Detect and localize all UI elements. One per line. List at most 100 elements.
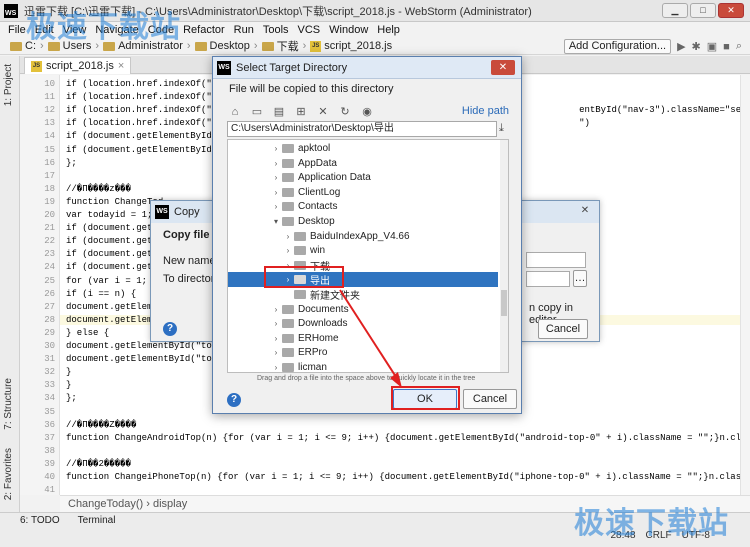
project-tool-tab[interactable]: 1: Project (3, 64, 14, 106)
search-icon[interactable]: ⌕ (736, 40, 742, 53)
tree-node[interactable]: › ClientLog (228, 185, 498, 200)
line-number: 26 (44, 288, 55, 299)
folder-icon (294, 231, 306, 241)
tree-node[interactable]: › Contacts (228, 199, 498, 214)
menu-window[interactable]: Window (329, 24, 368, 36)
stop-icon[interactable]: ■ (723, 41, 730, 53)
tree-node[interactable]: ▾ Desktop (228, 214, 498, 229)
tree-node[interactable]: › Documents (228, 302, 498, 317)
chevron-right-icon[interactable]: › (270, 173, 282, 182)
structure-tool-tab[interactable]: 7: Structure (3, 378, 14, 430)
tree-scroll-thumb[interactable] (501, 290, 507, 316)
maximize-button[interactable]: □ (690, 3, 716, 18)
chevron-right-icon[interactable]: › (270, 348, 282, 357)
tree-node[interactable]: › ERPro (228, 345, 498, 360)
tree-node[interactable]: › licman (228, 360, 498, 372)
code-line[interactable]: function ChangeAndroidTop(n) {for (var i… (66, 433, 740, 443)
line-number: 39 (44, 458, 55, 469)
chevron-right-icon[interactable]: › (282, 246, 294, 255)
minimize-button[interactable]: ▁ (662, 3, 688, 18)
directory-tree[interactable]: › apktool › AppData › Application Data › Client… (227, 139, 509, 373)
editor-scrollbar[interactable] (740, 75, 750, 495)
code-line[interactable]: //�П��2����� (66, 459, 131, 469)
code-line[interactable]: //�П����Z���� (66, 420, 136, 430)
chevron-right-icon[interactable]: › (270, 144, 282, 153)
menu-tools[interactable]: Tools (263, 24, 289, 36)
help-icon[interactable]: ? (227, 393, 241, 407)
chevron-right-icon[interactable]: › (270, 319, 282, 328)
home-icon[interactable]: ⌂ (229, 106, 241, 118)
dir-dialog-close-button[interactable]: ✕ (491, 60, 515, 75)
tree-node-label: apktool (298, 143, 331, 154)
new-folder-icon[interactable]: ⊞ (295, 106, 307, 118)
menu-run[interactable]: Run (234, 24, 254, 36)
path-input[interactable]: C:\Users\Administrator\Desktop\导出 (227, 121, 497, 137)
code-line[interactable]: }; (66, 393, 77, 403)
menu-file[interactable]: File (8, 24, 26, 36)
help-icon[interactable]: ? (163, 322, 177, 336)
tree-node[interactable]: › AppData (228, 156, 498, 171)
chevron-right-icon[interactable]: › (270, 188, 282, 197)
add-configuration-button[interactable]: Add Configuration... (563, 39, 672, 54)
chevron-right-icon[interactable]: › (270, 202, 282, 211)
browse-directory-button[interactable]: … (573, 270, 587, 287)
breadcrumb-item[interactable]: Desktop (194, 40, 250, 52)
dir-dialog-description: File will be copied to this directory (229, 83, 394, 95)
code-line[interactable]: } (66, 380, 71, 390)
code-line[interactable]: } else { (66, 328, 109, 338)
tree-node[interactable]: › ERHome (228, 331, 498, 346)
cancel-button[interactable]: Cancel (463, 389, 517, 409)
tree-node[interactable]: 新建文件夹 (228, 287, 498, 302)
menu-refactor[interactable]: Refactor (183, 24, 225, 36)
run-icon[interactable]: ▶ (677, 40, 685, 53)
desktop-icon[interactable]: ▭ (251, 106, 263, 118)
tree-node[interactable]: › apktool (228, 141, 498, 156)
line-number: 20 (44, 210, 55, 220)
chevron-right-icon[interactable]: › (270, 159, 282, 168)
copy-cancel-button[interactable]: Cancel (538, 319, 588, 339)
code-line[interactable]: } (66, 367, 71, 377)
editor-tab[interactable]: JS script_2018.js × (24, 57, 132, 74)
folder-icon (282, 319, 294, 329)
tree-node[interactable]: › BaiduIndexApp_V4.66 (228, 229, 498, 244)
tab-close-icon[interactable]: × (118, 60, 124, 72)
chevron-right-icon[interactable]: › (270, 363, 282, 372)
code-line[interactable]: if (i == n) { (66, 289, 136, 299)
breadcrumb-item[interactable]: 下载 (261, 38, 299, 54)
code-line[interactable]: var todayid = 1; (66, 210, 152, 220)
new-name-field[interactable] (526, 252, 586, 268)
show-hidden-icon[interactable]: ◉ (361, 106, 373, 118)
copy-dialog-title: Copy (174, 206, 200, 218)
menu-vcs[interactable]: VCS (298, 24, 321, 36)
refresh-icon[interactable]: ↻ (339, 106, 351, 118)
to-directory-field[interactable] (526, 271, 570, 287)
breadcrumb-item[interactable]: JS script_2018.js (310, 40, 392, 52)
favorites-tool-tab[interactable]: 2: Favorites (3, 448, 14, 500)
download-icon[interactable]: ⤓ (499, 122, 504, 135)
hide-path-link[interactable]: Hide path (462, 105, 509, 117)
code-line[interactable]: function ChangeTod (66, 197, 163, 207)
chevron-right-icon[interactable]: › (270, 334, 282, 343)
code-line[interactable]: function ChangeiPhoneTop(n) {for (var i … (66, 472, 740, 482)
tree-node[interactable]: › win (228, 243, 498, 258)
folder-icon (282, 348, 294, 358)
terminal-tab[interactable]: Terminal (78, 515, 116, 526)
tree-scrollbar[interactable] (500, 140, 508, 372)
coverage-icon[interactable]: ▣ (707, 40, 717, 53)
chevron-down-icon[interactable]: ▾ (270, 217, 282, 226)
folder-icon (282, 158, 294, 168)
chevron-right-icon[interactable]: › (282, 232, 294, 241)
debug-icon[interactable]: ✱ (692, 40, 701, 53)
tree-node[interactable]: › Application Data (228, 170, 498, 185)
code-line[interactable]: }; (66, 158, 77, 168)
tree-node[interactable]: › Downloads (228, 316, 498, 331)
code-line[interactable]: //�П����z��� (66, 184, 131, 194)
code-line[interactable]: for (var i = 1; i (66, 276, 158, 286)
todo-tab[interactable]: 6: TODO (20, 515, 60, 526)
delete-icon[interactable]: ✕ (317, 106, 329, 118)
chevron-right-icon[interactable]: › (270, 305, 282, 314)
project-icon[interactable]: ▤ (273, 106, 285, 118)
copy-dialog-close-button[interactable]: ✕ (577, 205, 593, 219)
close-button[interactable]: ✕ (718, 3, 744, 18)
menu-help[interactable]: Help (377, 24, 400, 36)
